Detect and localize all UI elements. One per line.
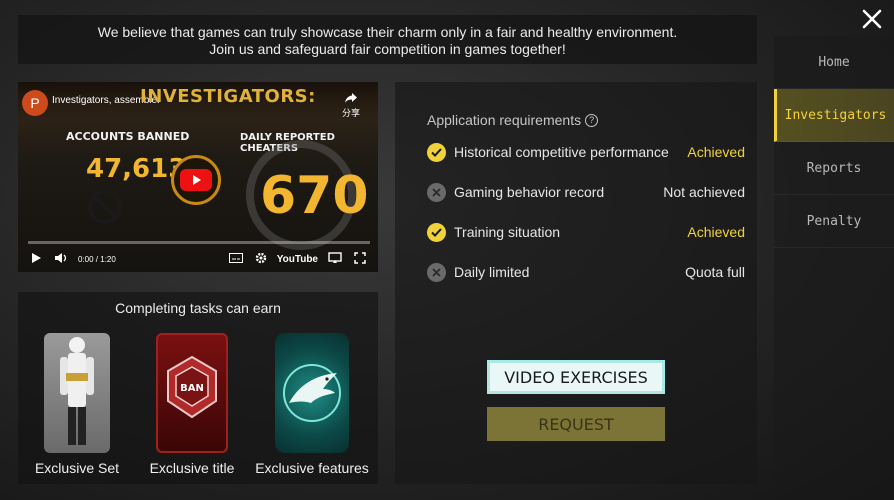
subtitles-button[interactable] (228, 253, 243, 265)
cast-icon (328, 252, 342, 263)
character-outfit-icon (60, 337, 94, 445)
ban-badge-icon: BAN (167, 355, 217, 419)
requirement-status: Quota full (685, 264, 745, 280)
rewards-title: Completing tasks can earn (115, 300, 281, 316)
requirement-row: Training situation Achieved (427, 222, 745, 242)
video-time: 0:00 / 1:20 (78, 254, 116, 264)
youtube-logo[interactable]: YouTube (277, 254, 318, 265)
channel-avatar[interactable]: P (22, 90, 48, 116)
video-progress-bar[interactable] (28, 241, 370, 244)
banner-line-1: We believe that games can truly showcase… (97, 24, 678, 40)
volume-button[interactable] (54, 252, 68, 266)
exclusive-features-image[interactable] (275, 333, 349, 453)
requirement-row: Historical competitive performance Achie… (427, 142, 745, 162)
requirement-label: Historical competitive performance (454, 144, 669, 160)
volume-icon (55, 253, 67, 263)
share-icon (345, 93, 357, 103)
request-button[interactable]: REQUEST (487, 407, 665, 441)
gear-icon (255, 252, 266, 264)
sidebar-item-reports[interactable]: Reports (774, 142, 894, 195)
requirement-row: Daily limited Quota full (427, 262, 745, 282)
close-icon (862, 9, 882, 29)
fair-play-banner: We believe that games can truly showcase… (18, 15, 757, 64)
requirement-label: Training situation (454, 224, 561, 240)
requirements-title: Application requirements ? (427, 112, 599, 128)
close-button[interactable] (857, 4, 887, 34)
banner-line-2: Join us and safeguard fair competition i… (209, 41, 566, 57)
requirement-status: Achieved (687, 224, 745, 240)
play-button[interactable] (30, 252, 42, 266)
requirement-label: Gaming behavior record (454, 184, 605, 200)
share-button[interactable]: 分享 (342, 92, 360, 119)
play-icon (32, 253, 41, 263)
settings-button[interactable] (255, 252, 267, 266)
sidebar-item-investigators[interactable]: Investigators (774, 89, 894, 142)
accounts-banned-label: ACCOUNTS BANNED (66, 130, 190, 143)
cross-icon (427, 262, 446, 282)
requirements-panel: Application requirements ? Historical co… (395, 82, 757, 484)
exclusive-set-image[interactable] (44, 333, 110, 453)
requirement-status: Not achieved (663, 184, 745, 200)
rewards-panel: Completing tasks can earn Exclusive Set … (18, 292, 378, 484)
ban-badge-text: BAN (180, 383, 204, 394)
check-icon (427, 142, 446, 162)
video-exercises-button[interactable]: VIDEO EXERCISES (487, 360, 665, 394)
sidebar-item-label: Penalty (806, 213, 862, 229)
fullscreen-button[interactable] (354, 252, 366, 266)
video-player[interactable]: P Investigators, assemble! INVESTIGATORS… (18, 82, 378, 272)
cast-button[interactable] (328, 252, 342, 266)
video-controls: 0:00 / 1:20 YouTube (18, 246, 378, 272)
sidebar-item-penalty[interactable]: Penalty (774, 195, 894, 248)
sidebar-nav: Home Investigators Reports Penalty (774, 36, 894, 500)
play-overlay-button[interactable] (171, 155, 221, 205)
sidebar-item-home[interactable]: Home (774, 36, 894, 89)
sidebar-item-label: Reports (806, 160, 862, 176)
help-icon[interactable]: ? (585, 113, 599, 127)
requirement-row: Gaming behavior record Not achieved (427, 182, 745, 202)
daily-reported-value: 670 (260, 166, 369, 226)
sidebar-item-label: Home (818, 54, 850, 70)
reward-label-set: Exclusive Set (34, 460, 120, 476)
youtube-play-icon (180, 169, 212, 191)
requirements-title-text: Application requirements (427, 112, 582, 128)
reward-label-title: Exclusive title (149, 460, 235, 476)
ban-icon (88, 190, 122, 224)
requirement-status: Achieved (687, 144, 745, 160)
share-label: 分享 (342, 108, 361, 118)
requirement-label: Daily limited (454, 264, 530, 280)
reward-label-features: Exclusive features (255, 460, 369, 476)
check-icon (427, 222, 446, 242)
fullscreen-icon (354, 252, 366, 264)
sidebar-item-label: Investigators (784, 107, 887, 123)
video-heading-text: INVESTIGATORS: (140, 86, 316, 107)
cross-icon (427, 182, 446, 202)
subtitles-icon (228, 253, 243, 263)
exclusive-title-image[interactable]: BAN (156, 333, 228, 453)
eagle-icon (283, 364, 341, 422)
